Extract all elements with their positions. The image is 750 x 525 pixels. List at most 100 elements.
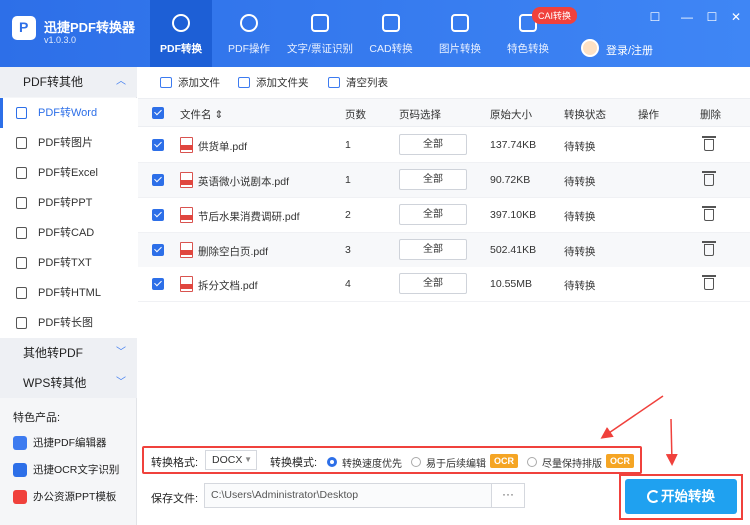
file-name: 节后水果消费调研.pdf [198, 211, 300, 223]
cai-badge: CAI转换 [532, 7, 578, 24]
maximize-icon[interactable]: ☐ [705, 10, 719, 24]
image-icon [16, 137, 27, 149]
file-name: 英语微小说剧本.pdf [198, 176, 290, 188]
tab-text-recognize[interactable]: 文字/票证识别 [284, 0, 356, 67]
convert-status: 待转换 [564, 280, 596, 292]
mode-speed-radio[interactable] [327, 457, 337, 467]
login-link[interactable]: 登录/注册 [606, 42, 653, 58]
avatar[interactable] [581, 39, 599, 57]
sidebar-item-pdf-to-image[interactable]: PDF转图片 [0, 128, 137, 158]
page-select-button[interactable]: 全部 [399, 134, 467, 155]
feature-label: 迅捷OCR文字识别 [33, 464, 120, 476]
sidebar-item-pdf-to-excel[interactable]: PDF转Excel [0, 158, 137, 188]
pdf-file-icon [180, 242, 193, 258]
close-icon[interactable]: ✕ [729, 10, 743, 24]
save-path-input[interactable]: C:\Users\Administrator\Desktop [204, 483, 492, 508]
file-name: 拆分文档.pdf [198, 280, 258, 292]
mode-speed-label[interactable]: 转换速度优先 [342, 455, 402, 470]
feature-ppt-templates[interactable]: 办公资源PPT模板 [13, 489, 116, 505]
sidebar-item-pdf-to-cad[interactable]: PDF转CAD [0, 218, 137, 248]
row-checkbox[interactable] [152, 209, 164, 221]
trash-icon[interactable] [702, 275, 716, 290]
sidebar-item-pdf-to-ppt[interactable]: PDF转PPT [0, 188, 137, 218]
tab-label: PDF操作 [228, 43, 270, 55]
sidebar: PDF转其他 ︿ PDF转Word PDF转图片 PDF转Excel PDF转P… [0, 67, 137, 525]
page-select-button[interactable]: 全部 [399, 204, 467, 225]
txt-icon [16, 257, 27, 269]
file-size: 502.41KB [490, 244, 537, 256]
tab-pdf-operate[interactable]: PDF操作 [220, 0, 278, 67]
ppt-template-icon [13, 490, 27, 504]
row-checkbox[interactable] [152, 139, 164, 151]
feature-label: 办公资源PPT模板 [33, 491, 117, 503]
table-row[interactable]: 节后水果消费调研.pdf 2 全部 397.10KB 待转换 [138, 198, 750, 233]
start-convert-button[interactable]: 开始转换 [625, 479, 737, 514]
mode-layout-label[interactable]: 尽量保持排版 [542, 455, 602, 470]
title-bar: 迅捷PDF转换器 v1.0.3.0 PDF转换 PDF操作 文字/票证识别 CA… [0, 0, 750, 67]
row-checkbox[interactable] [152, 244, 164, 256]
clear-list-button[interactable]: 清空列表 [328, 76, 388, 90]
sidebar-group-pdf-to-other[interactable]: PDF转其他 ︿ [0, 67, 137, 97]
browse-button[interactable]: ··· [491, 483, 525, 508]
table-row[interactable]: 供货单.pdf 1 全部 137.74KB 待转换 [138, 128, 750, 163]
page-select-button[interactable]: 全部 [399, 273, 467, 294]
page-count: 2 [345, 209, 351, 221]
trash-icon[interactable] [702, 241, 716, 256]
add-folder-button[interactable]: 添加文件夹 [238, 76, 309, 90]
page-select-button[interactable]: 全部 [399, 169, 467, 190]
sidebar-item-pdf-to-long-image[interactable]: PDF转长图 [0, 308, 137, 338]
sidebar-item-pdf-to-txt[interactable]: PDF转TXT [0, 248, 137, 278]
word-icon [16, 107, 27, 119]
clear-list-icon [328, 77, 340, 88]
tab-label: PDF转换 [160, 43, 202, 55]
tab-image-convert[interactable]: 图片转换 [430, 0, 490, 67]
skin-icon[interactable]: ☐ [648, 10, 662, 24]
page-select-button[interactable]: 全部 [399, 239, 467, 260]
sidebar-item-pdf-to-word[interactable]: PDF转Word [0, 98, 137, 128]
text-recognize-icon [311, 14, 329, 32]
sidebar-item-pdf-to-html[interactable]: PDF转HTML [0, 278, 137, 308]
row-checkbox[interactable] [152, 278, 164, 290]
sidebar-item-label: PDF转Word [38, 107, 98, 119]
table-row[interactable]: 删除空白页.pdf 3 全部 502.41KB 待转换 [138, 233, 750, 268]
feature-label: 迅捷PDF编辑器 [33, 437, 107, 449]
sidebar-item-label: PDF转HTML [38, 287, 101, 299]
minimize-icon[interactable]: — [680, 10, 694, 24]
sidebar-group-other-to-pdf[interactable]: 其他转PDF ﹀ [0, 338, 137, 368]
excel-icon [16, 167, 27, 179]
chevron-down-icon: ﹀ [116, 377, 126, 388]
tab-cad-convert[interactable]: CAD转换 [362, 0, 420, 67]
mode-editable-label[interactable]: 易于后续编辑 [426, 455, 486, 470]
format-label: 转换格式: [151, 457, 199, 469]
sidebar-group-wps-to-other[interactable]: WPS转其他 ﹀ [0, 368, 137, 398]
arrow-to-start [665, 418, 678, 466]
feature-pdf-editor[interactable]: 迅捷PDF编辑器 [13, 435, 107, 451]
features-title: 特色产品: [13, 412, 61, 424]
col-file-name[interactable]: 文件名 ⇕ [180, 107, 223, 122]
feature-ocr[interactable]: 迅捷OCR文字识别 [13, 462, 119, 478]
trash-icon[interactable] [702, 136, 716, 151]
col-size: 原始大小 [490, 109, 532, 121]
pdf-file-icon [180, 137, 193, 153]
pdf-operate-icon [240, 14, 258, 32]
ocr-badge: OCR [606, 454, 634, 468]
clear-list-label: 清空列表 [346, 77, 388, 89]
trash-icon[interactable] [702, 206, 716, 221]
select-all-checkbox[interactable] [152, 107, 164, 119]
table-row[interactable]: 拆分文档.pdf 4 全部 10.55MB 待转换 [138, 267, 750, 302]
col-pages: 页数 [345, 109, 366, 121]
format-select[interactable]: DOCX ▼ [205, 450, 257, 470]
mode-editable-radio[interactable] [411, 457, 421, 467]
app-logo [12, 16, 36, 40]
cad-icon [16, 227, 27, 239]
col-action: 操作 [638, 109, 659, 121]
tab-pdf-convert[interactable]: PDF转换 [150, 0, 212, 67]
row-checkbox[interactable] [152, 174, 164, 186]
trash-icon[interactable] [702, 171, 716, 186]
chevron-up-icon: ︿ [116, 76, 126, 87]
convert-status: 待转换 [564, 246, 596, 258]
sidebar-item-label: PDF转PPT [38, 197, 93, 209]
add-file-button[interactable]: 添加文件 [160, 76, 220, 90]
table-row[interactable]: 英语微小说剧本.pdf 1 全部 90.72KB 待转换 [138, 163, 750, 198]
mode-layout-radio[interactable] [527, 457, 537, 467]
